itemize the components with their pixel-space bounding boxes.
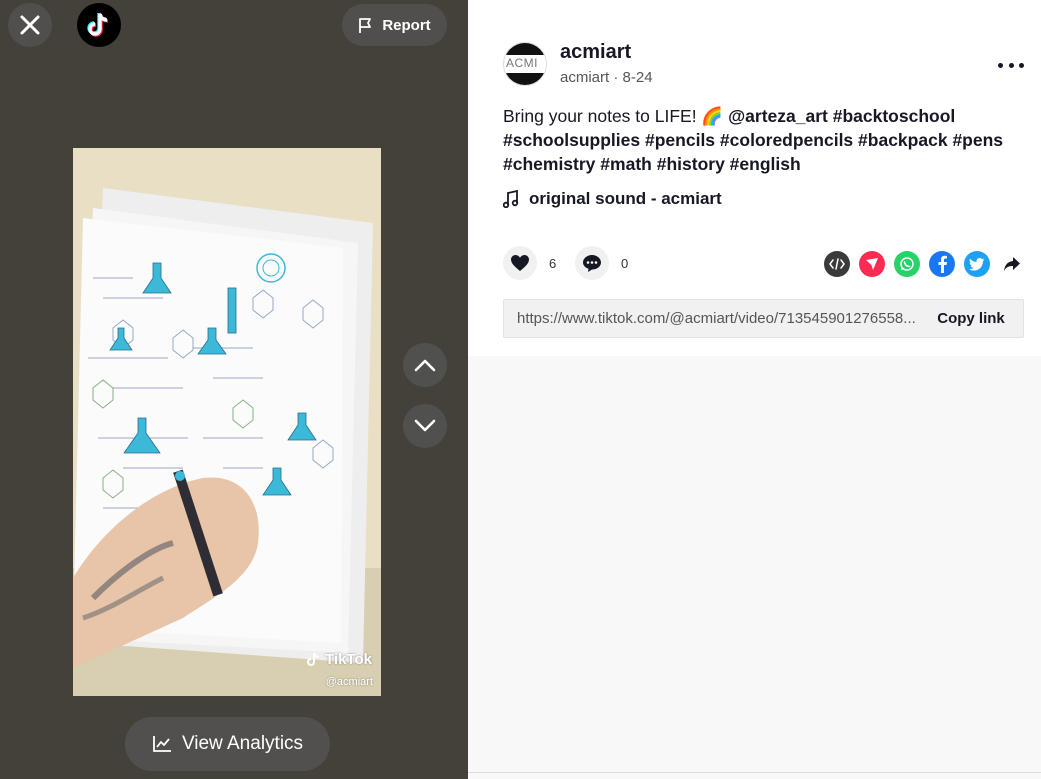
music-note-icon (503, 190, 519, 208)
avatar-band-bottom (504, 73, 546, 85)
avatar-band-top (504, 43, 546, 55)
details-panel: ACMI acmiart acmiart · 8-24 Bring your n… (468, 0, 1041, 779)
whatsapp-icon (900, 257, 914, 271)
twitter-share-button[interactable] (964, 251, 990, 277)
previous-video-button[interactable] (403, 343, 447, 387)
tiktok-icon (87, 12, 109, 37)
facebook-share-button[interactable] (929, 251, 955, 277)
facebook-icon (938, 255, 947, 273)
post-caption: Bring your notes to LIFE! 🌈 @arteza_art … (503, 104, 1003, 176)
caption-mention[interactable]: @arteza_art (728, 106, 828, 126)
caption-text: Bring your notes to LIFE! 🌈 (503, 106, 729, 126)
hashtag[interactable]: #history (657, 154, 725, 174)
analytics-chart-icon (153, 736, 171, 752)
hashtag[interactable]: #math (600, 154, 652, 174)
hashtag[interactable]: #pencils (645, 130, 715, 150)
analytics-label: View Analytics (181, 733, 304, 754)
embed-icon (829, 258, 845, 270)
video-frame-image (73, 148, 381, 696)
video-link-box: https://www.tiktok.com/@acmiart/video/71… (503, 299, 1024, 338)
send-to-friends-button[interactable] (859, 251, 885, 277)
hashtag[interactable]: #backpack (858, 130, 948, 150)
embed-button[interactable] (824, 251, 850, 277)
flag-icon (359, 17, 372, 33)
more-dot (998, 62, 1003, 68)
divider (468, 772, 1041, 773)
report-button[interactable]: Report (342, 4, 447, 46)
video-watermark: TikTok (307, 651, 372, 668)
report-label: Report (382, 16, 431, 34)
close-button[interactable] (8, 3, 52, 47)
comment-button[interactable] (575, 246, 609, 280)
comment-icon (583, 254, 601, 272)
author-subline: acmiart · 8-24 (560, 69, 653, 86)
like-button[interactable] (503, 246, 537, 280)
chevron-down-icon (414, 419, 436, 432)
hashtag[interactable]: #english (730, 154, 801, 174)
more-share-button[interactable] (999, 251, 1025, 277)
post-info: ACMI acmiart acmiart · 8-24 Bring your n… (468, 0, 1041, 356)
video-panel: Report TikTok @acmiart View Analytics (0, 0, 468, 779)
hashtag[interactable]: #chemistry (503, 154, 595, 174)
view-analytics-button[interactable]: View Analytics (125, 717, 330, 771)
avatar-text: ACMI (506, 56, 538, 70)
sound-link[interactable]: original sound - acmiart (503, 189, 722, 209)
tiktok-logo[interactable] (77, 3, 121, 47)
hashtag[interactable]: #pens (952, 130, 1003, 150)
like-action: 6 (503, 246, 556, 280)
share-arrow-icon (1004, 257, 1020, 271)
like-count: 6 (549, 255, 557, 271)
more-dot (1019, 62, 1024, 68)
chevron-up-icon (414, 359, 436, 372)
video-link-url[interactable]: https://www.tiktok.com/@acmiart/video/71… (504, 310, 919, 327)
sound-name: original sound - acmiart (529, 189, 722, 208)
copy-link-button[interactable]: Copy link (919, 300, 1023, 337)
tiktok-watermark-icon (307, 652, 320, 666)
close-icon (20, 15, 40, 35)
hashtag[interactable]: #coloredpencils (720, 130, 853, 150)
whatsapp-share-button[interactable] (894, 251, 920, 277)
twitter-icon (969, 257, 985, 271)
post-date: 8-24 (622, 69, 653, 86)
watermark-brand: TikTok (325, 651, 372, 668)
next-video-button[interactable] (403, 404, 447, 448)
video-player[interactable]: TikTok @acmiart (73, 148, 381, 696)
more-dot (1008, 62, 1014, 68)
heart-icon (511, 255, 529, 271)
comment-count: 0 (621, 255, 629, 271)
avatar[interactable]: ACMI (503, 42, 547, 86)
hashtag[interactable]: #backtoschool (833, 106, 956, 126)
watermark-username: @acmiart (325, 676, 373, 688)
author-handle: acmiart (560, 69, 610, 86)
comment-action: 0 (575, 246, 628, 280)
date-separator: · (613, 69, 619, 86)
hashtag[interactable]: #schoolsupplies (503, 130, 640, 150)
send-to-friends-icon (866, 258, 878, 270)
author-name[interactable]: acmiart (560, 41, 631, 64)
more-options-button[interactable] (998, 52, 1024, 78)
